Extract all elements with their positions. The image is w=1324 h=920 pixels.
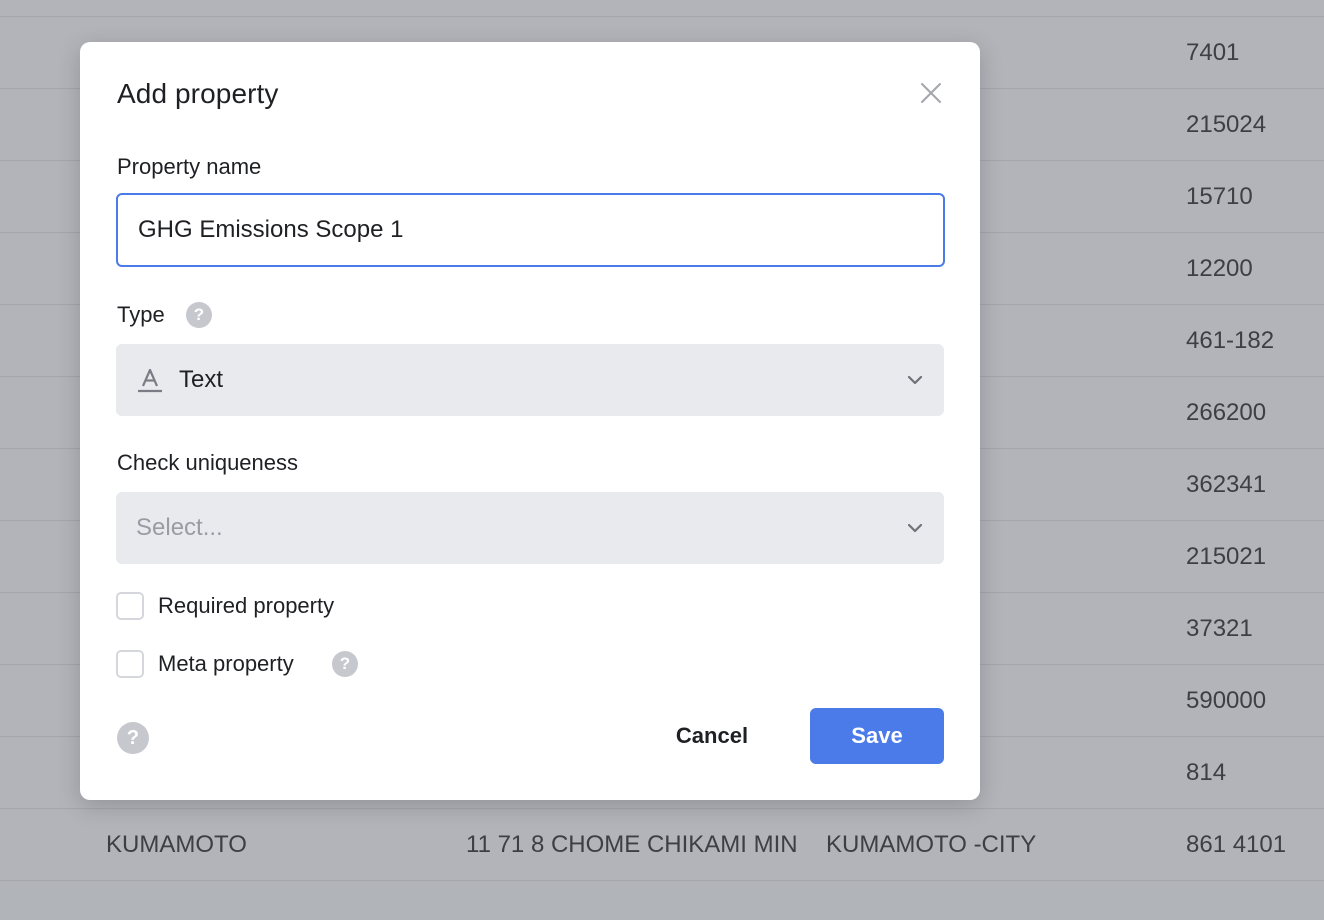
required-property-label[interactable]: Required property [158, 592, 334, 620]
chevron-down-icon [907, 375, 923, 385]
uniqueness-select-placeholder: Select... [136, 514, 223, 541]
property-name-input[interactable] [116, 193, 945, 267]
dialog-title: Add property [117, 78, 279, 109]
property-name-label: Property name [117, 154, 262, 179]
required-property-checkbox[interactable] [116, 592, 144, 620]
question-icon[interactable]: ? [186, 302, 212, 328]
meta-property-label[interactable]: Meta property [158, 650, 294, 678]
help-icon[interactable]: ? [117, 722, 149, 754]
meta-property-checkbox[interactable] [116, 650, 144, 678]
add-property-dialog: Add property Property name Type ? Text C… [80, 42, 980, 800]
chevron-down-icon [907, 523, 923, 533]
type-select[interactable]: Text [116, 344, 944, 416]
check-uniqueness-label: Check uniqueness [117, 450, 299, 475]
cancel-button[interactable]: Cancel [658, 708, 766, 764]
uniqueness-select[interactable]: Select... [116, 492, 944, 564]
close-button[interactable] [916, 78, 946, 108]
close-icon [921, 83, 941, 103]
question-icon[interactable]: ? [332, 651, 358, 677]
save-button[interactable]: Save [810, 708, 944, 764]
text-type-icon [138, 368, 162, 393]
type-label: Type [117, 302, 165, 327]
type-select-value: Text [179, 366, 224, 393]
